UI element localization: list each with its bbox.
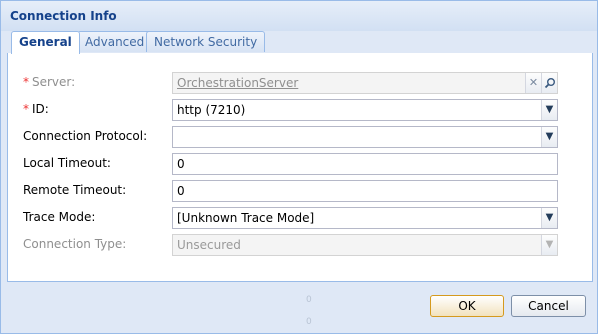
server-row: * Server: OrchestrationServer ✕ <box>8 72 592 94</box>
search-icon[interactable] <box>541 73 557 93</box>
id-select[interactable]: http (7210) ▼ <box>172 99 558 121</box>
local-timeout-input[interactable]: 0 <box>172 153 558 175</box>
server-label-text: Server: <box>32 75 76 89</box>
chevron-down-icon: ▼ <box>541 235 557 255</box>
id-value: http (7210) <box>177 103 246 117</box>
server-label: * Server: <box>23 75 75 89</box>
dialog-titlebar[interactable]: Connection Info <box>1 1 597 31</box>
local-timeout-label: Local Timeout: <box>23 156 111 170</box>
id-row: * ID: http (7210) ▼ <box>8 99 592 121</box>
remote-timeout-label: Remote Timeout: <box>23 183 127 197</box>
trace-mode-row: Trace Mode: [Unknown Trace Mode] ▼ <box>8 207 592 229</box>
dialog-footer: 0 0 OK Cancel <box>1 283 597 333</box>
chevron-down-icon[interactable]: ▼ <box>541 100 557 120</box>
remote-timeout-value: 0 <box>177 184 185 198</box>
ok-button[interactable]: OK <box>430 295 504 317</box>
close-icon[interactable]: ✕ <box>525 73 541 93</box>
chevron-down-icon[interactable]: ▼ <box>541 127 557 147</box>
chevron-down-icon[interactable]: ▼ <box>541 208 557 228</box>
id-label: * ID: <box>23 102 49 116</box>
trace-mode-value: [Unknown Trace Mode] <box>177 211 315 225</box>
connection-protocol-row: Connection Protocol: ▼ <box>8 126 592 148</box>
remote-timeout-input[interactable]: 0 <box>172 180 558 202</box>
background-mark: 0 <box>306 317 312 327</box>
tab-network-security[interactable]: Network Security <box>146 31 266 52</box>
connection-info-dialog: Connection Info General Advanced Network… <box>0 0 598 334</box>
server-field[interactable]: OrchestrationServer ✕ <box>172 72 558 94</box>
connection-type-value: Unsecured <box>177 238 241 252</box>
connection-protocol-select[interactable]: ▼ <box>172 126 558 148</box>
background-mark: 0 <box>306 295 312 305</box>
tab-general[interactable]: General <box>11 31 80 54</box>
trace-mode-label: Trace Mode: <box>23 210 96 224</box>
connection-protocol-label: Connection Protocol: <box>23 129 148 143</box>
remote-timeout-row: Remote Timeout: 0 <box>8 180 592 202</box>
id-label-text: ID: <box>32 102 49 116</box>
trace-mode-select[interactable]: [Unknown Trace Mode] ▼ <box>172 207 558 229</box>
server-value[interactable]: OrchestrationServer <box>177 76 298 90</box>
local-timeout-row: Local Timeout: 0 <box>8 153 592 175</box>
tab-advanced[interactable]: Advanced <box>77 31 153 52</box>
connection-type-row: Connection Type: Unsecured ▼ <box>8 234 592 256</box>
general-panel: * Server: OrchestrationServer ✕ * ID: http… <box>7 53 593 282</box>
dialog-title: Connection Info <box>10 9 117 23</box>
connection-type-label: Connection Type: <box>23 237 127 251</box>
tab-strip: General Advanced Network Security <box>7 31 591 54</box>
cancel-button[interactable]: Cancel <box>511 295 586 317</box>
required-marker: * <box>23 102 29 116</box>
local-timeout-value: 0 <box>177 157 185 171</box>
required-marker: * <box>23 75 29 89</box>
connection-type-select: Unsecured ▼ <box>172 234 558 256</box>
